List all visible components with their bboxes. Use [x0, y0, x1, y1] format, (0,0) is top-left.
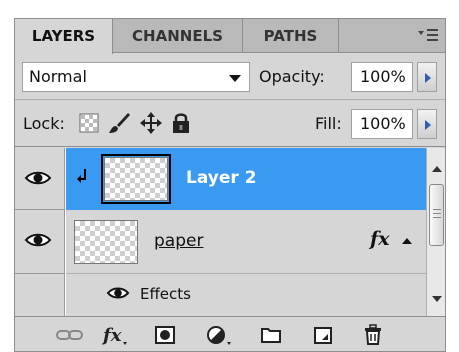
- scroll-thumb[interactable]: [429, 184, 444, 246]
- layer-style-icon[interactable]: fx: [101, 323, 127, 347]
- link-layers-icon[interactable]: [55, 323, 83, 347]
- tab-bar: LAYERS CHANNELS PATHS: [15, 19, 445, 54]
- lock-pixels-icon[interactable]: [107, 111, 131, 135]
- lock-row: Lock: Fill: 100%: [15, 101, 445, 147]
- tab-paths[interactable]: PATHS: [243, 19, 339, 53]
- opacity-label: Opacity:: [259, 67, 325, 86]
- lock-position-icon[interactable]: [139, 111, 163, 135]
- eye-icon: [24, 232, 52, 248]
- lock-label: Lock:: [23, 114, 65, 133]
- tab-channels[interactable]: CHANNELS: [113, 19, 243, 53]
- blend-mode-select[interactable]: Normal: [22, 62, 250, 92]
- fill-slider-button[interactable]: [417, 109, 437, 139]
- effects-visibility-icon[interactable]: [106, 286, 130, 300]
- tab-layers[interactable]: LAYERS: [15, 19, 113, 54]
- paper-visibility-toggle[interactable]: [15, 210, 65, 274]
- scroll-down-icon[interactable]: [432, 296, 442, 302]
- layers-scrollbar[interactable]: [426, 148, 445, 316]
- svg-text:fx: fx: [101, 325, 122, 346]
- chevron-down-icon: [229, 75, 241, 82]
- layer-row-layer-2[interactable]: Layer 2: [66, 148, 426, 210]
- new-group-icon[interactable]: [259, 323, 285, 347]
- layer-thumbnail[interactable]: [74, 220, 138, 264]
- fill-field[interactable]: 100%: [351, 109, 413, 139]
- new-layer-icon[interactable]: [311, 323, 337, 347]
- layer-mask-icon[interactable]: [153, 323, 179, 347]
- effects-label: Effects: [140, 285, 191, 303]
- blend-mode-value: Normal: [29, 67, 87, 86]
- clipping-mask-icon: [76, 168, 88, 184]
- opacity-field[interactable]: 100%: [351, 62, 413, 92]
- lock-transparency-icon[interactable]: [79, 113, 99, 133]
- layers-panel: LAYERS CHANNELS PATHS Normal Opacity: 10…: [14, 18, 446, 352]
- grip-icon: [433, 209, 441, 218]
- layers-list: Layer 2 paper fx Effects: [15, 148, 426, 316]
- collapse-effects-icon[interactable]: [402, 238, 412, 244]
- eye-column: [15, 274, 65, 316]
- layers-toolbar: fx: [15, 316, 445, 351]
- eye-icon: [24, 170, 52, 186]
- effects-row[interactable]: Effects: [66, 274, 426, 316]
- delete-layer-icon[interactable]: [361, 323, 387, 347]
- layer-effects-icon[interactable]: fx: [370, 228, 390, 250]
- layer-row-paper[interactable]: paper fx: [66, 210, 426, 274]
- adjustment-layer-icon[interactable]: [205, 323, 231, 347]
- layer-2-visibility-toggle[interactable]: [15, 148, 65, 210]
- scroll-up-icon[interactable]: [432, 166, 442, 172]
- layer-name[interactable]: paper: [154, 231, 203, 251]
- panel-menu-icon[interactable]: [417, 27, 439, 45]
- lock-all-icon[interactable]: [171, 112, 191, 134]
- layer-thumbnail[interactable]: [101, 154, 171, 204]
- layer-name[interactable]: Layer 2: [186, 168, 257, 188]
- opacity-slider-button[interactable]: [417, 62, 437, 92]
- fill-label: Fill:: [315, 114, 342, 133]
- blend-row: Normal Opacity: 100%: [15, 54, 445, 100]
